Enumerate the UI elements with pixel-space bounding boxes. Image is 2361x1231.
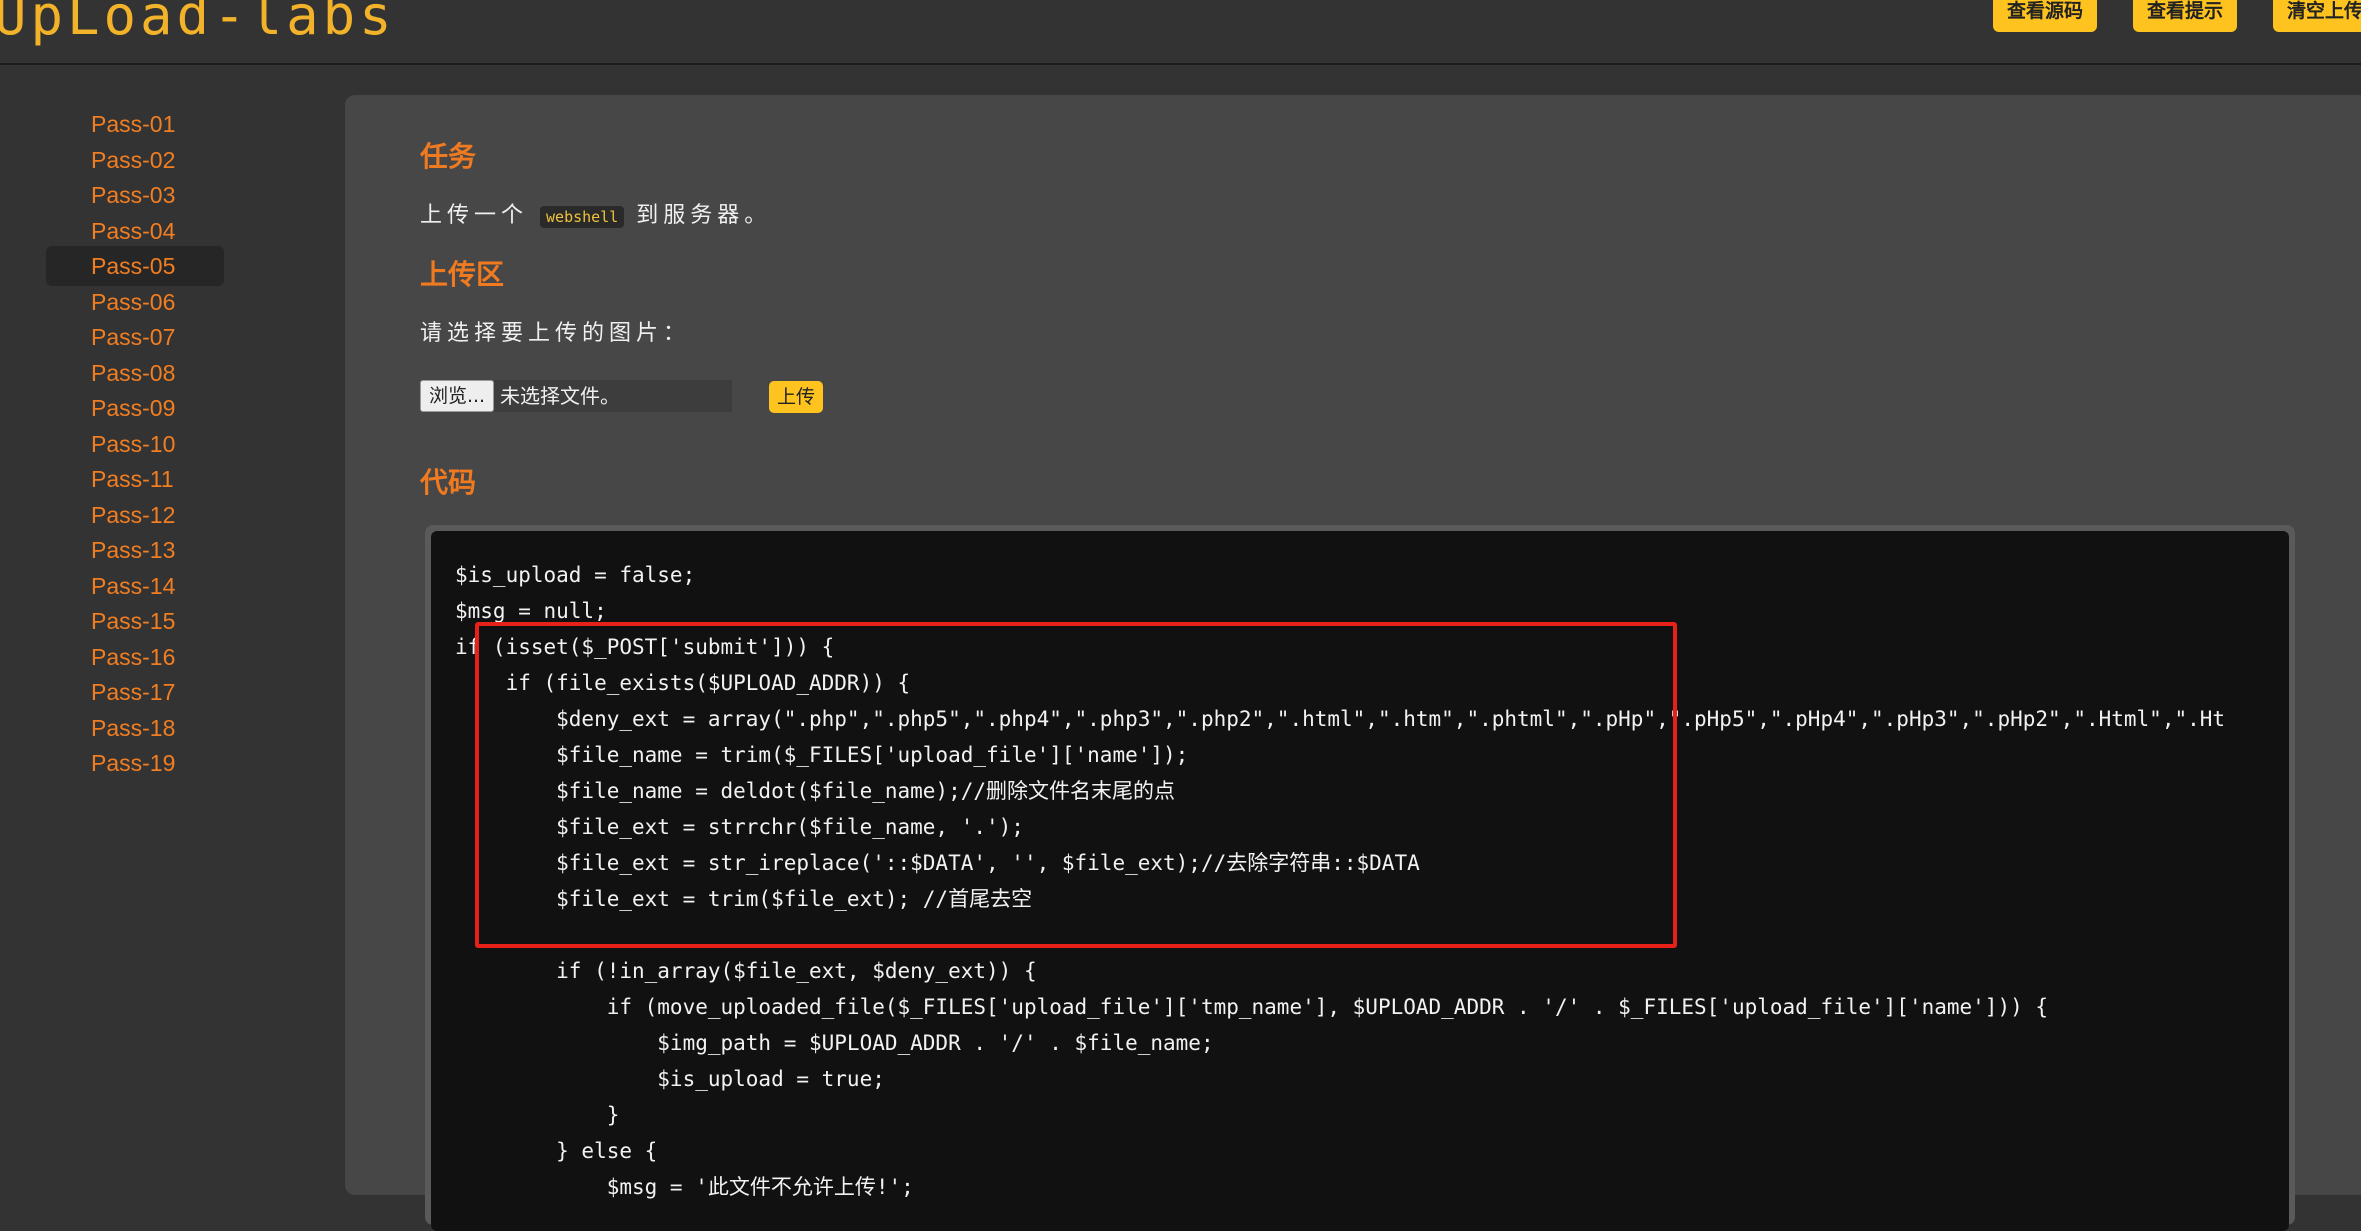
sidebar-item-pass-09[interactable]: Pass-09 — [46, 388, 224, 428]
code-line: $msg = '此文件不允许上传!'; — [455, 1175, 914, 1199]
upload-prompt: 请选择要上传的图片： — [420, 321, 691, 346]
sidebar-item-pass-04[interactable]: Pass-04 — [46, 211, 224, 251]
code-line: $msg = null; — [455, 599, 607, 623]
sidebar-item-pass-12[interactable]: Pass-12 — [46, 495, 224, 535]
webshell-keyword: webshell — [540, 206, 625, 228]
red-highlight-box — [475, 622, 1677, 948]
sidebar-item-pass-06[interactable]: Pass-06 — [46, 282, 224, 322]
sidebar-item-pass-08[interactable]: Pass-08 — [46, 353, 224, 393]
sidebar-item-pass-16[interactable]: Pass-16 — [46, 637, 224, 677]
sidebar-item-pass-10[interactable]: Pass-10 — [46, 424, 224, 464]
upload-area-title: 上传区 — [420, 258, 505, 291]
sidebar-nav: Pass-01 Pass-02 Pass-03 Pass-04 Pass-05 … — [0, 64, 330, 1180]
view-hint-button[interactable]: 查看提示 — [2133, 0, 2238, 32]
task-description: 上传一个 webshell 到服务器。 — [420, 197, 771, 229]
sidebar-item-pass-07[interactable]: Pass-07 — [46, 317, 224, 357]
sidebar-item-pass-02[interactable]: Pass-02 — [46, 140, 224, 180]
sidebar-item-pass-11[interactable]: Pass-11 — [46, 459, 224, 499]
code-line: $is_upload = false; — [455, 563, 696, 587]
code-line: if (!in_array($file_ext, $deny_ext)) { — [455, 959, 1037, 983]
clear-uploads-button[interactable]: 清空上传 — [2273, 0, 2361, 32]
code-line: $is_upload = true; — [455, 1067, 885, 1091]
sidebar-item-pass-17[interactable]: Pass-17 — [46, 672, 224, 712]
task-title: 任务 — [420, 140, 477, 173]
file-status-text: 未选择文件。 — [494, 380, 732, 412]
code-line: } else { — [455, 1139, 658, 1163]
sidebar-item-pass-13[interactable]: Pass-13 — [46, 530, 224, 570]
sidebar-item-pass-05[interactable]: Pass-05 — [46, 246, 224, 286]
code-title: 代码 — [420, 466, 477, 499]
code-line: } — [455, 1103, 620, 1127]
task-text-after: 到服务器。 — [636, 203, 772, 228]
site-logo: UpLoad-labs — [0, 0, 396, 47]
sidebar-item-pass-01[interactable]: Pass-01 — [46, 104, 224, 144]
sidebar-item-pass-18[interactable]: Pass-18 — [46, 708, 224, 748]
upload-submit-button[interactable]: 上传 — [769, 381, 823, 413]
sidebar-item-pass-14[interactable]: Pass-14 — [46, 566, 224, 606]
code-line: $img_path = $UPLOAD_ADDR . '/' . $file_n… — [455, 1031, 1214, 1055]
view-source-button[interactable]: 查看源码 — [1993, 0, 2098, 32]
task-text-before: 上传一个 — [420, 203, 529, 228]
top-header: UpLoad-labs 查看源码 查看提示 清空上传 — [0, 0, 2361, 65]
sidebar-item-pass-03[interactable]: Pass-03 — [46, 175, 224, 215]
browse-file-button[interactable]: 浏览... — [420, 380, 494, 412]
sidebar-item-pass-19[interactable]: Pass-19 — [46, 743, 224, 783]
code-line: if (move_uploaded_file($_FILES['upload_f… — [455, 995, 2049, 1019]
sidebar-item-pass-15[interactable]: Pass-15 — [46, 601, 224, 641]
